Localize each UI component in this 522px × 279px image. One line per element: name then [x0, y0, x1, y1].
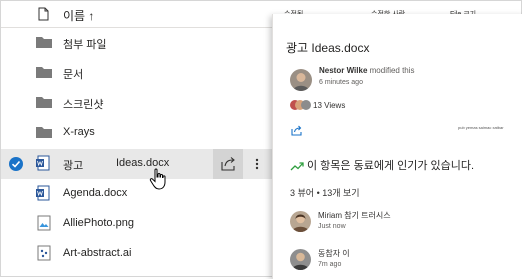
file-name[interactable]: Agenda.docx: [63, 187, 127, 199]
file-type-header-icon[interactable]: [38, 7, 49, 26]
word-doc-icon: [35, 155, 53, 171]
viewer-name[interactable]: Miriam 참기 트러시스: [318, 210, 391, 221]
file-name[interactable]: 스크린샷: [63, 96, 103, 112]
more-options-button[interactable]: [247, 149, 267, 179]
name-column-header[interactable]: 이름 ↑: [63, 7, 94, 24]
viewers-count: 3 뷰어 •: [290, 188, 320, 198]
file-name[interactable]: X-rays: [63, 126, 95, 138]
folder-icon: [35, 34, 53, 50]
panel-title: 광고 Ideas.docx: [286, 41, 370, 55]
list-item[interactable]: Art-abstract.ai: [1, 239, 273, 269]
share-button[interactable]: [213, 149, 243, 179]
word-doc-icon: [35, 185, 53, 201]
viewer-time: Just now: [318, 223, 346, 230]
checkmark-icon[interactable]: [9, 157, 23, 171]
see-all-viewers-link[interactable]: 13개 보기: [322, 188, 359, 198]
more-dots-icon: [255, 158, 259, 170]
folder-icon: [35, 64, 53, 80]
list-item[interactable]: 스크린샷: [1, 88, 273, 118]
activity-time: 6 minutes ago: [319, 79, 363, 86]
file-name[interactable]: AlliePhoto.png: [63, 217, 134, 229]
activity-line: Nestor Wilke modified this: [319, 66, 415, 75]
share-hint-text: pub yemas saimac xatbar: [458, 125, 504, 130]
avatar[interactable]: [290, 69, 312, 91]
file-name[interactable]: 첨부 파일: [63, 36, 107, 52]
folder-icon: [35, 94, 53, 110]
activity-user[interactable]: Nestor Wilke: [319, 66, 367, 75]
views-count[interactable]: 13 Views: [313, 101, 345, 110]
details-panel: 광고 Ideas.docx Nestor Wilke modified this…: [272, 14, 522, 279]
popular-message: 이 항목은 동료에게 인기가 있습니다.: [307, 160, 475, 172]
viewers-summary: 3 뷰어 • 13개 보기: [290, 186, 360, 199]
folder-icon: [35, 124, 53, 140]
file-name[interactable]: Art-abstract.ai: [63, 247, 131, 259]
share-icon[interactable]: [291, 123, 303, 141]
hand-cursor-icon: [148, 167, 170, 196]
list-item[interactable]: Agenda.docx: [1, 179, 273, 209]
list-item[interactable]: X-rays: [1, 118, 273, 148]
image-file-icon: [35, 215, 53, 231]
avatar[interactable]: [290, 249, 311, 270]
list-item-selected[interactable]: 광고 Ideas.docx: [1, 149, 273, 179]
viewer-name[interactable]: 동참자 이: [318, 248, 350, 259]
trending-icon: [290, 158, 304, 176]
viewer-time: 7m ago: [318, 261, 342, 268]
list-item[interactable]: 문서: [1, 58, 273, 88]
file-name[interactable]: 문서: [63, 66, 83, 82]
list-item[interactable]: AlliePhoto.png: [1, 209, 273, 239]
list-item[interactable]: 첨부 파일: [1, 28, 273, 58]
viewer-avatars-stack: [289, 98, 313, 116]
file-name[interactable]: 광고: [63, 157, 83, 173]
share-icon: [221, 157, 235, 171]
activity-action: modified this: [369, 66, 415, 75]
avatar[interactable]: [290, 211, 311, 232]
illustrator-file-icon: [35, 245, 53, 261]
